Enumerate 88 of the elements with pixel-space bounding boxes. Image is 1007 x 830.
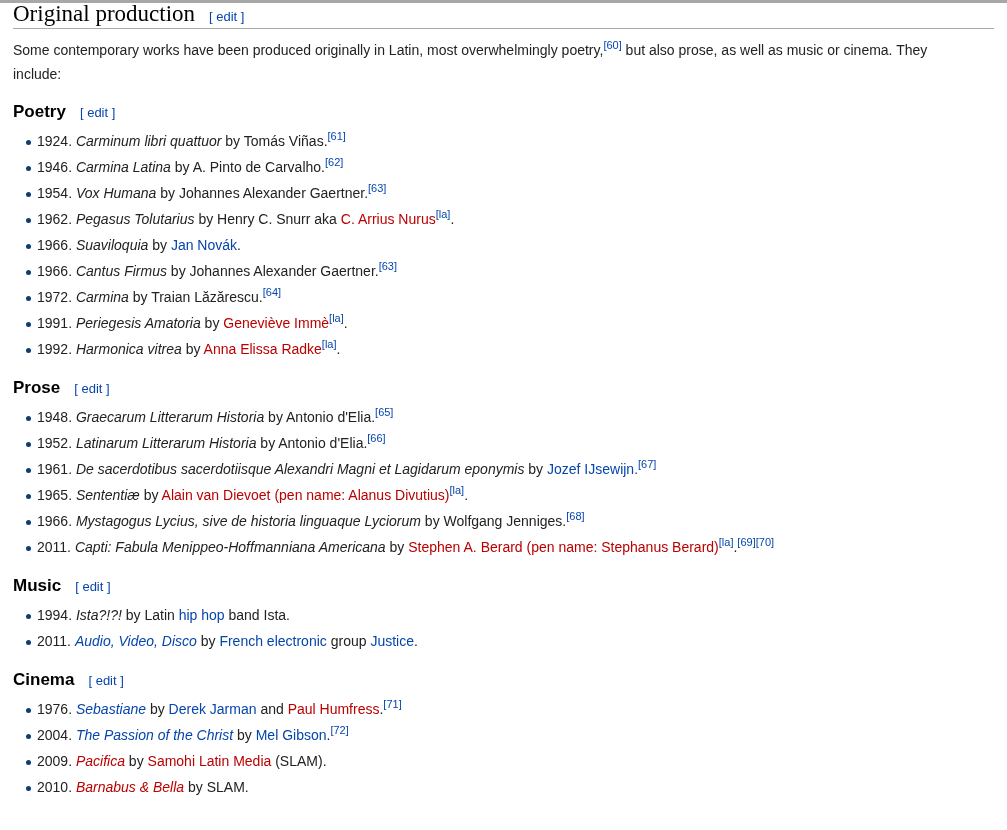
bullet-icon: [26, 614, 31, 619]
subsection-heading: Poetry: [13, 102, 66, 122]
list-item-text: 1991. Periegesis Amatoria by Geneviève Immè$^{[la]}$.: [37, 315, 348, 331]
reference-link[interactable]: [66]: [367, 432, 386, 445]
subsection-heading: Cinema: [13, 670, 75, 690]
list-item-text: 1924. Carminum libri quattuor by Tomás Viñas.$^{[61]}$: [37, 133, 346, 149]
link[interactable]: Geneviève Immè: [223, 315, 330, 331]
link[interactable]: C. Arrius Nurus: [340, 211, 436, 227]
reference-link[interactable]: [60]: [603, 39, 622, 52]
list-item-text: 1966. Suaviloquia by Jan Novák.: [37, 237, 241, 253]
bullet-icon: [26, 734, 31, 739]
bullet-icon: [26, 640, 31, 645]
bullet-icon: [26, 494, 31, 499]
edit-link[interactable]: [ edit ]: [74, 381, 110, 396]
section-heading: Original production: [13, 3, 196, 27]
bullet-icon: [26, 192, 31, 197]
bullet-icon: [26, 760, 31, 765]
link[interactable]: Jozef IJsewijn.: [547, 461, 639, 477]
reference-link[interactable]: [67]: [638, 458, 657, 471]
reference-link[interactable]: [63]: [368, 182, 387, 195]
link[interactable]: Pacifica: [75, 753, 125, 769]
list-item-text: 1948. Graecarum Litterarum Historia by Antonio d'Elia.$^{[65]}$: [37, 409, 394, 425]
reference-link[interactable]: [69]: [737, 536, 756, 549]
link[interactable]: Justice: [370, 633, 414, 649]
link[interactable]: Sebastiane: [75, 701, 146, 717]
bullet-icon: [26, 296, 31, 301]
bullet-icon: [26, 442, 31, 447]
list-item-text: 2010. Barnabus & Bella by SLAM.: [37, 779, 249, 795]
list-item-text: 1966. Mystagogus Lycius, sive de historia linguaque Lyciorum by Wolfgang Jenniges.$^{[68]}$: [37, 513, 585, 529]
reference-link[interactable]: [la]: [449, 484, 465, 497]
link[interactable]: Stephen A. Berard (pen name: Stephanus Berard): [408, 539, 719, 555]
reference-link[interactable]: [63]: [378, 260, 398, 273]
link[interactable]: Barnabus & Bella: [75, 779, 185, 795]
link[interactable]: French electronic: [219, 633, 327, 649]
reference-link[interactable]: [la]: [329, 312, 344, 325]
reference-link[interactable]: [la]: [718, 536, 734, 549]
list-item-text: 2004. The Passion of the Christ by Mel Gibson.$^{[72]}$: [37, 727, 349, 743]
edit-link[interactable]: [ edit ]: [75, 579, 111, 594]
reference-link[interactable]: [la]: [435, 208, 451, 221]
bullet-icon: [26, 786, 31, 791]
reference-link[interactable]: [68]: [566, 510, 585, 523]
bullet-icon: [26, 708, 31, 713]
bullet-icon: [26, 322, 31, 327]
intro-paragraph: Some contemporary works have been produced originally in Latin, most overwhelmingly poetry,$^{[60]}$ but also prose, as well as music or cinema. They include:: [13, 38, 929, 84]
list-item-text: 1954. Vox Humana by Johannes Alexander Gaertner.$^{[63]}$: [37, 185, 387, 201]
link[interactable]: hip hop: [178, 607, 225, 623]
bullet-icon: [26, 270, 31, 275]
link[interactable]: Mel Gibson: [255, 727, 327, 743]
link[interactable]: Alain van Dievoet (pen name: Alanus Divutius): [161, 487, 450, 503]
subsection-heading: Prose: [13, 378, 61, 398]
bullet-icon: [26, 468, 31, 473]
link[interactable]: Audio, Video, Disco: [74, 633, 197, 649]
list-item-text: 1966. Cantus Firmus by Johannes Alexander Gaertner.$^{[63]}$: [37, 263, 398, 279]
edit-link[interactable]: [ edit ]: [209, 9, 245, 24]
reference-link[interactable]: [62]: [324, 156, 344, 169]
bullet-icon: [26, 546, 31, 551]
list-item-text: 1976. Sebastiane by Derek Jarman and Paul Humfress.$^{[71]}$: [37, 701, 402, 717]
edit-link[interactable]: [ edit ]: [79, 105, 116, 120]
link[interactable]: Derek Jarman: [168, 701, 257, 717]
list-item-text: 2011. Audio, Video, Disco by French electronic group Justice.: [37, 633, 418, 649]
reference-link[interactable]: [71]: [383, 698, 402, 711]
reference-link[interactable]: [la]: [321, 338, 337, 351]
list-item-text: 1965. Sententiæ by Alain van Dievoet (pen name: Alanus Divutius)$^{[la]}$.: [37, 487, 469, 503]
reference-link[interactable]: [70]: [755, 536, 775, 549]
edit-link[interactable]: [ edit ]: [88, 673, 124, 688]
list-item-text: 1972. Carmina by Traian Lăzărescu.$^{[64]}$: [37, 289, 282, 305]
list-item-text: 1952. Latinarum Litterarum Historia by Antonio d'Elia.$^{[66]}$: [37, 435, 386, 451]
reference-link[interactable]: [72]: [330, 724, 349, 737]
bullet-icon: [26, 244, 31, 249]
reference-link[interactable]: [61]: [327, 130, 346, 143]
reference-link[interactable]: [64]: [262, 286, 282, 299]
list-item-text: 1946. Carmina Latina by A. Pinto de Carvalho.$^{[62]}$: [37, 159, 344, 175]
bullet-icon: [26, 166, 31, 171]
bullet-icon: [26, 348, 31, 353]
link[interactable]: Anna Elissa Radke: [203, 341, 322, 357]
list-item-text: 1962. Pegasus Tolutarius by Henry C. Snurr aka C. Arrius Nurus$^{[la]}$.: [37, 211, 455, 227]
list-item-text: 1961. De sacerdotibus sacerdotiisque Alexandri Magni et Lagidarum eponymis by Jozef IJsewijn.$^{[67]}$: [37, 461, 657, 477]
subsection-heading: Music: [13, 576, 62, 596]
link[interactable]: The Passion of the Christ: [75, 727, 234, 743]
list-item-text: 1994. Ista?!?! by Latin hip hop band Ista.: [37, 607, 290, 623]
bullet-icon: [26, 416, 31, 421]
reference-link[interactable]: [65]: [375, 406, 394, 419]
bullet-icon: [26, 218, 31, 223]
bullet-icon: [26, 520, 31, 525]
bullet-icon: [26, 140, 31, 145]
link[interactable]: Samohi Latin Media: [147, 753, 272, 769]
list-item-text: 1992. Harmonica vitrea by Anna Elissa Radke$^{[la]}$.: [37, 341, 341, 357]
list-item-text: 2009. Pacifica by Samohi Latin Media (SLAM).: [37, 753, 327, 769]
